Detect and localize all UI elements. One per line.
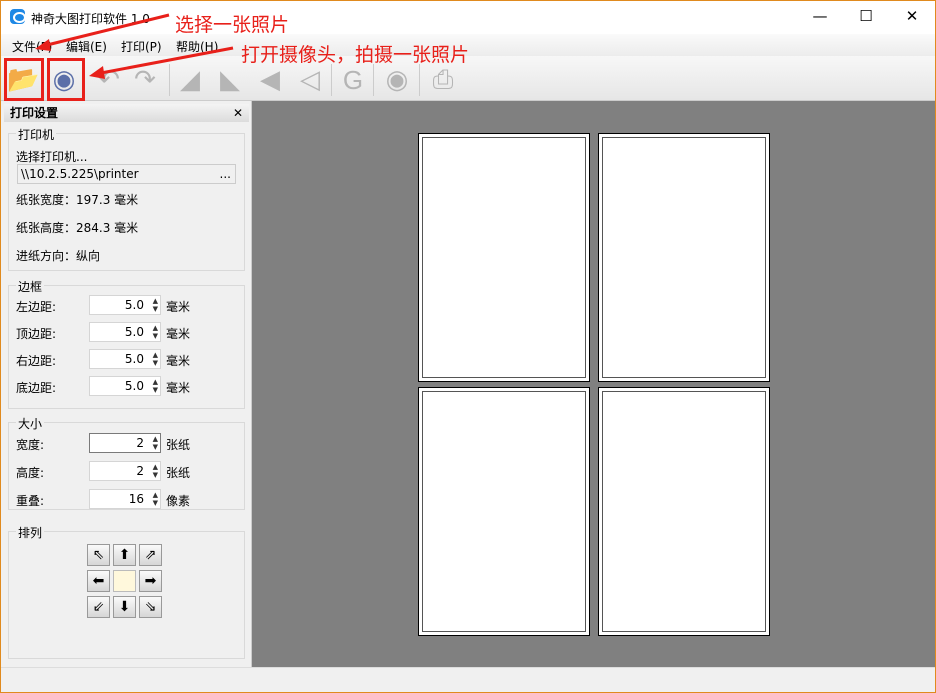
grid-g-icon[interactable]: G (337, 64, 369, 96)
page-4 (598, 387, 770, 636)
print-settings-panel: 打印设置 ✕ 打印机 选择打印机... \\10.2.5.225\printer… (1, 101, 252, 667)
arrange-top-right-button[interactable]: ⇗ (139, 544, 162, 566)
separator (331, 64, 332, 96)
preview-canvas[interactable] (252, 101, 935, 667)
spinner-arrows-icon[interactable]: ▲ ▼ (153, 463, 158, 479)
spinner-value: 5.0 (124, 325, 144, 339)
printer-path: \\10.2.5.225\printer (21, 167, 139, 181)
spinner-arrows-icon[interactable]: ▲ ▼ (153, 435, 158, 451)
size-spinner[interactable]: 2 ▲ ▼ (89, 433, 161, 453)
field-label: 高度: (16, 466, 45, 480)
printer-path-field[interactable]: \\10.2.5.225\printer ... (17, 164, 236, 184)
spinner-arrows-icon[interactable]: ▲ ▼ (153, 491, 158, 507)
arrow-head-icon (89, 66, 105, 79)
minimize-button[interactable]: — (797, 1, 843, 31)
paper-width: 纸张宽度：197.3 毫米 (16, 193, 139, 207)
arrange-up-button[interactable]: ⬆ (113, 544, 136, 566)
separator (419, 64, 420, 96)
printer-icon[interactable]: ⎙ (427, 64, 459, 96)
spinner-value: 5.0 (124, 379, 144, 393)
panel-close-icon[interactable]: ✕ (233, 104, 243, 122)
margins-spinner[interactable]: 5.0 ▲ ▼ (89, 349, 161, 369)
page-3 (418, 387, 590, 636)
size-spinner[interactable]: 2 ▲ ▼ (89, 461, 161, 481)
margins-spinner[interactable]: 5.0 ▲ ▼ (89, 376, 161, 396)
unit-label: 张纸 (166, 466, 191, 480)
arrange-bottom-left-button[interactable]: ⇙ (87, 596, 110, 618)
unit-label: 毫米 (166, 381, 191, 395)
maximize-button[interactable]: ☐ (843, 1, 889, 31)
group-title: 大小 (16, 415, 45, 432)
panel-header: 打印设置 ✕ (4, 104, 249, 122)
printer-group: 打印机 选择打印机... \\10.2.5.225\printer ... 纸张… (8, 126, 245, 271)
field-label: 宽度: (16, 438, 45, 452)
spinner-value: 5.0 (124, 352, 144, 366)
field-label: 重叠: (16, 494, 45, 508)
unit-label: 张纸 (166, 438, 191, 452)
margins-spinner[interactable]: 5.0 ▲ ▼ (89, 322, 161, 342)
size-group: 大小 宽度: 2 ▲ ▼ 张纸 高度: 2 ▲ ▼ 张纸 重叠: 16 ▲ ▼ 像素 (8, 415, 245, 510)
annotation-open-photo: 选择一张照片 (175, 14, 290, 36)
arrange-right-button[interactable]: ➡ (139, 570, 162, 592)
arrange-left-button[interactable]: ⬅ (87, 570, 110, 592)
arrange-top-left-button[interactable]: ⇖ (87, 544, 110, 566)
arrange-center-button[interactable] (113, 570, 136, 592)
field-label: 底边距: (16, 381, 57, 395)
spinner-arrows-icon[interactable]: ▲ ▼ (153, 324, 158, 340)
margins-group: 边框 左边距: 5.0 ▲ ▼ 毫米 顶边距: 5.0 ▲ ▼ 毫米 右边距: 5.0 ▲ ▼ … (8, 278, 245, 409)
unit-label: 像素 (166, 494, 191, 508)
flip-vertical-icon[interactable]: ◁ (294, 64, 326, 96)
unit-label: 毫米 (166, 354, 191, 368)
palette-icon[interactable]: ◉ (381, 64, 413, 96)
paper-height: 纸张高度：284.3 毫米 (16, 221, 139, 235)
arrange-down-button[interactable]: ⬇ (113, 596, 136, 618)
annotation-arrow-camera (100, 46, 234, 75)
margins-spinner[interactable]: 5.0 ▲ ▼ (89, 295, 161, 315)
spinner-arrows-icon[interactable]: ▲ ▼ (153, 297, 158, 313)
page-1 (418, 133, 590, 382)
spinner-value: 2 (136, 436, 144, 450)
spinner-value: 2 (136, 464, 144, 478)
group-title: 打印机 (16, 126, 57, 143)
paper-orientation: 进纸方向：纵向 (16, 249, 101, 263)
arrow-head-icon (35, 39, 51, 51)
field-label: 左边距: (16, 300, 57, 314)
arrange-bottom-right-button[interactable]: ⇘ (139, 596, 162, 618)
group-title: 排列 (16, 524, 45, 541)
select-printer-label[interactable]: 选择打印机... (16, 148, 87, 165)
group-title: 边框 (16, 278, 45, 295)
spinner-arrows-icon[interactable]: ▲ ▼ (153, 351, 158, 367)
field-label: 顶边距: (16, 327, 57, 341)
arrange-group: 排列 ⇖ ⬆ ⇗ ⬅ ➡ ⇙ ⬇ ⇘ (8, 524, 245, 659)
spinner-value: 16 (128, 492, 144, 506)
panel-title: 打印设置 (10, 106, 59, 120)
browse-printer-button[interactable]: ... (220, 165, 231, 183)
status-bar (1, 667, 935, 692)
annotation-camera: 打开摄像头，拍摄一张照片 (241, 44, 470, 66)
size-spinner[interactable]: 16 ▲ ▼ (89, 489, 161, 509)
separator (373, 64, 374, 96)
spinner-value: 5.0 (124, 298, 144, 312)
unit-label: 毫米 (166, 327, 191, 341)
field-label: 右边距: (16, 354, 57, 368)
close-button[interactable]: ✕ (889, 1, 935, 31)
spinner-arrows-icon[interactable]: ▲ ▼ (153, 378, 158, 394)
page-2 (598, 133, 770, 382)
annotation-arrow-open (42, 13, 170, 48)
unit-label: 毫米 (166, 300, 191, 314)
